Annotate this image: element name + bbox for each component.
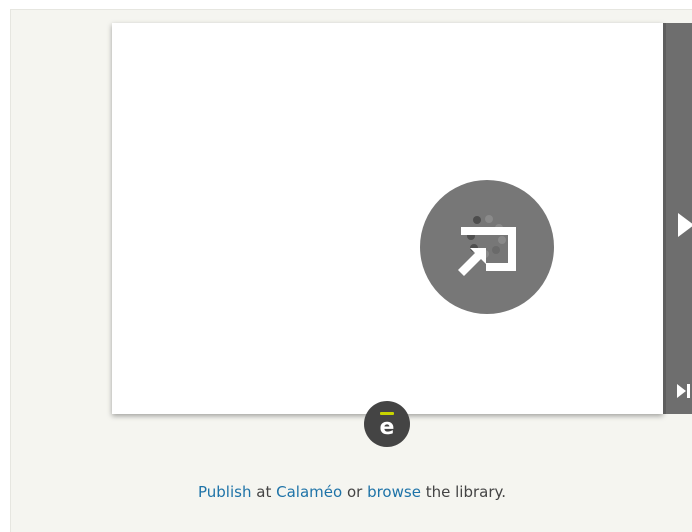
footer-text-at: at (256, 483, 272, 501)
footer-text-or: or (346, 483, 363, 501)
publish-link[interactable]: Publish (198, 483, 251, 501)
svg-text:e: e (380, 415, 395, 440)
footer-text-end: the library. (425, 483, 506, 501)
calameo-logo-icon[interactable]: e (364, 401, 410, 447)
last-page-bar (687, 384, 690, 398)
browse-link[interactable]: browse (367, 483, 421, 501)
panel-edge (663, 23, 666, 414)
navigation-panel (663, 23, 692, 414)
document-viewer: e Publish at Calaméo or browse the libra… (10, 9, 692, 532)
calameo-link[interactable]: Calaméo (276, 483, 342, 501)
next-page-icon[interactable] (678, 213, 692, 237)
last-page-icon[interactable] (677, 384, 692, 398)
publish-loader-icon (420, 180, 554, 314)
document-page[interactable] (112, 23, 663, 414)
footer-text: Publish at Calaméo or browse the library… (11, 483, 692, 501)
last-page-arrow (677, 384, 686, 398)
